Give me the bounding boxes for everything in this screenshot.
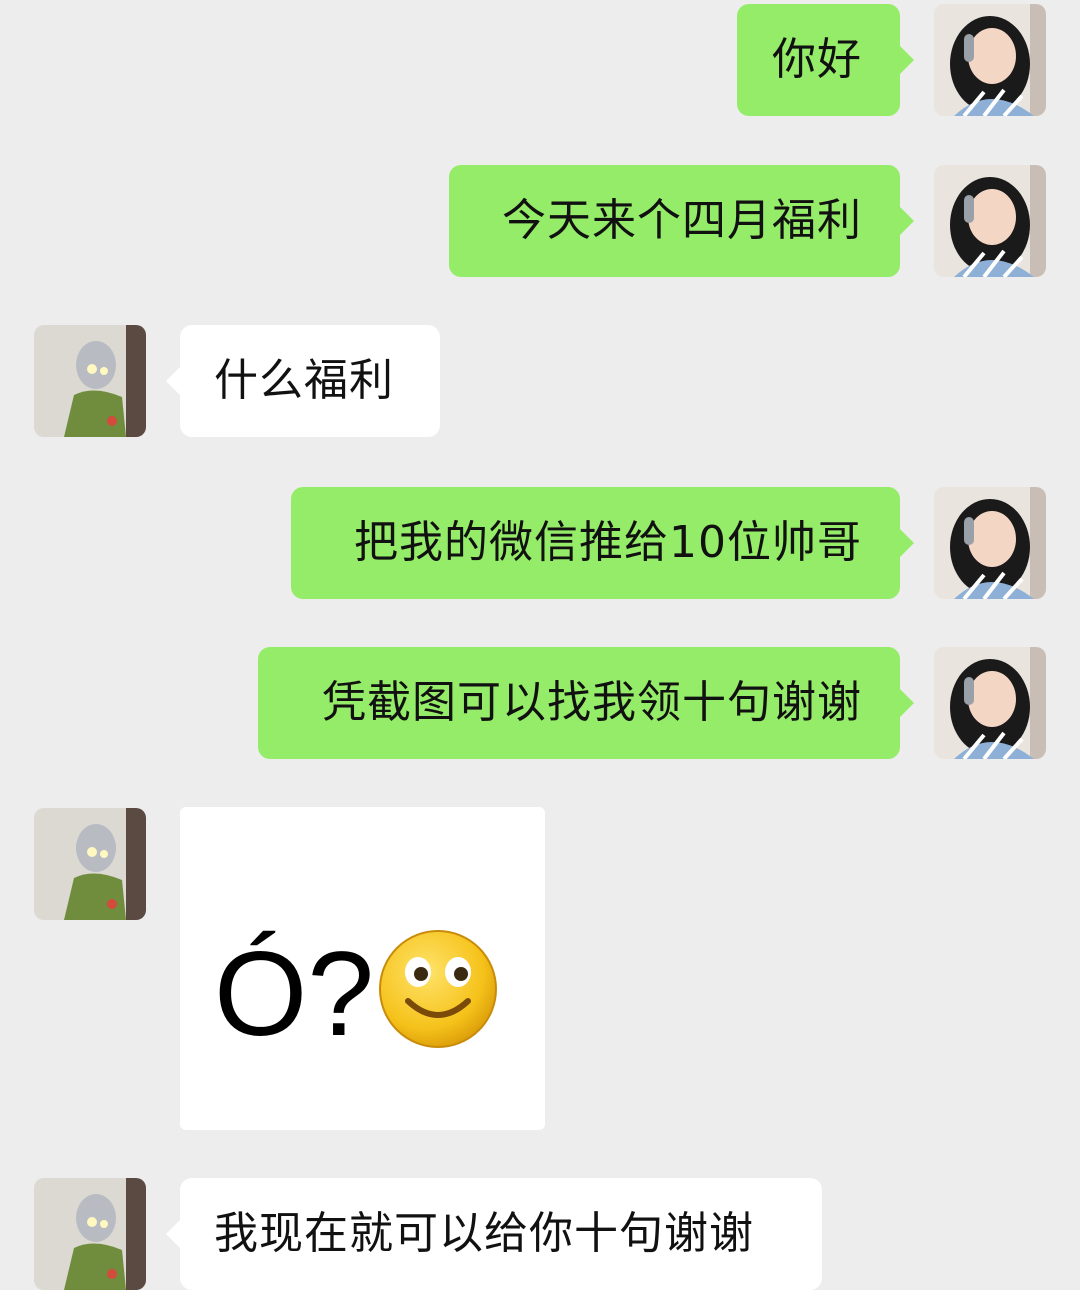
message-text: 今天来个四月福利 — [502, 195, 862, 246]
message-bubble[interactable]: 我现在就可以给你十句谢谢 — [166, 1178, 822, 1290]
avatar-self[interactable] — [934, 165, 1046, 277]
sticker-text: Ó? — [214, 927, 375, 1061]
message-text: 你好 — [772, 34, 862, 85]
avatar-self[interactable] — [934, 487, 1046, 599]
message-bubble[interactable]: 你好 — [737, 4, 914, 116]
message-text: 把我的微信推给10位帅哥 — [354, 517, 862, 568]
message-bubble[interactable]: 什么福利 — [166, 325, 440, 437]
avatar-self[interactable] — [934, 4, 1046, 116]
smiley-emoji-icon — [379, 930, 497, 1048]
avatar-peer[interactable] — [34, 808, 146, 920]
message-bubble[interactable]: 凭截图可以找我领十句谢谢 — [258, 647, 914, 759]
message-bubble[interactable]: 今天来个四月福利 — [449, 165, 914, 277]
message-text: 我现在就可以给你十句谢谢 — [214, 1208, 754, 1259]
message-text: 凭截图可以找我领十句谢谢 — [322, 677, 862, 728]
message-text: 什么福利 — [214, 355, 394, 406]
avatar-peer[interactable] — [34, 1178, 146, 1290]
avatar-self[interactable] — [934, 647, 1046, 759]
sticker-message[interactable]: Ó? — [180, 807, 545, 1130]
message-bubble[interactable]: 把我的微信推给10位帅哥 — [291, 487, 914, 599]
avatar-peer[interactable] — [34, 325, 146, 437]
